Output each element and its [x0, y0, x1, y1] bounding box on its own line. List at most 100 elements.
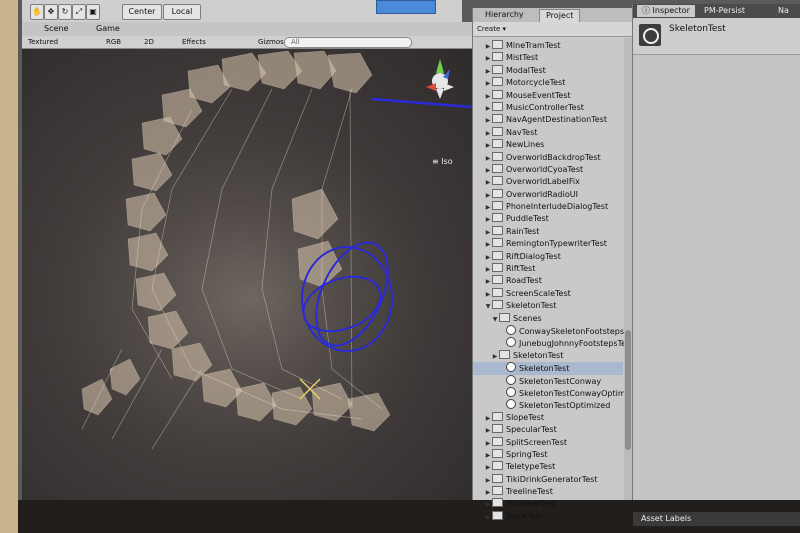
chevron-right-icon[interactable]: ▶ — [484, 512, 492, 524]
tree-item[interactable]: ▶ TreelineTest — [473, 486, 623, 498]
project-scrollbar-thumb[interactable] — [625, 330, 631, 450]
create-dropdown[interactable]: Create ▾ — [477, 24, 506, 34]
tree-item-label: ScreenScaleTest — [506, 288, 571, 298]
inspector-panel: ⓘ Inspector PM-Persist Na SkeletonTest A… — [632, 4, 800, 526]
move-tool-icon[interactable]: ✥ — [44, 4, 58, 20]
tree-item[interactable]: ▶ RiftTest — [473, 263, 623, 275]
tab-hierarchy-label: Hierarchy — [485, 10, 524, 19]
tree-item[interactable]: SkeletonTestConway — [473, 374, 623, 387]
tab-hierarchy[interactable]: Hierarchy — [479, 9, 530, 21]
tree-item[interactable]: ▶ NavAgentDestinationTest — [473, 114, 623, 126]
tree-item[interactable]: ▶ MusicControllerTest — [473, 101, 623, 114]
tree-item[interactable]: ▶ MineTramTest — [473, 40, 623, 52]
folder-icon — [492, 411, 503, 421]
skeleton-scene-render — [32, 50, 472, 489]
tree-item[interactable]: ▶ NavTest — [473, 126, 623, 139]
folder-icon — [492, 436, 503, 446]
tree-item[interactable]: ▶ MotorcycleTest — [473, 77, 623, 89]
tree-item[interactable]: ▶ NewLines — [473, 139, 623, 151]
gizmos-dropdown[interactable]: Gizmos — [258, 36, 284, 48]
tree-item[interactable]: ▶ SpecularTest — [473, 424, 623, 436]
tree-item[interactable]: ▶ MouseEventTest — [473, 89, 623, 102]
unity-scene-icon — [506, 374, 516, 385]
view-2d-toggle[interactable]: 2D — [144, 36, 154, 48]
hand-tool-icon[interactable]: ✋ — [30, 4, 44, 20]
folder-icon — [492, 176, 503, 186]
tab-project[interactable]: Project — [539, 9, 581, 22]
scene-search-input[interactable]: All — [284, 37, 412, 48]
tab-pm-persist[interactable]: PM-Persist — [699, 5, 750, 17]
shading-dropdown[interactable]: Textured — [28, 36, 58, 48]
pivot-center-label: Center — [128, 7, 156, 16]
tree-item-label: TikiDrinkGeneratorTest — [506, 474, 598, 484]
tree-item[interactable]: ▶ TeletypeTest — [473, 461, 623, 473]
tree-item[interactable]: SkeletonTestOptimized — [473, 399, 623, 411]
tree-item-label: RainTest — [506, 226, 540, 236]
tab-navigation[interactable]: Na — [773, 5, 794, 17]
unity-scene-icon — [506, 362, 516, 373]
gizmos-label: Gizmos — [258, 38, 284, 46]
tree-item[interactable]: ▶ ScreenScaleTest — [473, 287, 623, 300]
tree-item-label: NavAgentDestinationTest — [506, 115, 607, 125]
tree-item[interactable]: ▶ RoadTest — [473, 275, 623, 287]
tree-item-label: TreelineTest — [506, 487, 553, 497]
tree-item[interactable]: ▶ OverworldRadioUI — [473, 188, 623, 201]
pivot-local-button[interactable]: Local — [163, 4, 201, 20]
folder-icon — [499, 349, 510, 359]
tree-item[interactable]: ▶ TruckTest — [473, 510, 623, 524]
pivot-center-button[interactable]: Center — [122, 4, 162, 20]
tree-item[interactable]: ▶ RainTest — [473, 225, 623, 238]
tree-item[interactable]: ▶ OverworldLabelFix — [473, 176, 623, 188]
tree-item[interactable]: JunebugJohnnyFootstepsTest — [473, 337, 633, 349]
scene-tabs: Scene Game — [22, 22, 472, 37]
tree-item[interactable]: SkeletonTestConwayOptimize — [473, 386, 637, 399]
folder-icon — [492, 151, 503, 161]
scene-viewport[interactable]: ≡ Iso — [22, 49, 472, 500]
tab-game[interactable]: Game — [92, 23, 124, 35]
tree-item[interactable]: ▼ Scenes — [473, 312, 623, 325]
asset-labels-bar[interactable]: Asset Labels — [633, 512, 800, 526]
tab-game-label: Game — [96, 24, 120, 33]
tree-item-label: RemingtonTypewriterTest — [506, 239, 607, 249]
tree-item-label: SpringTest — [506, 449, 548, 459]
render-mode-dropdown[interactable]: RGB — [106, 36, 121, 48]
tree-item[interactable]: ▶ MistTest — [473, 52, 623, 64]
folder-icon — [492, 213, 503, 223]
tree-item[interactable]: ▶ SlopeTest — [473, 411, 623, 424]
project-scrollbar[interactable] — [624, 38, 632, 500]
folder-icon — [499, 312, 510, 322]
scene-toolbar: Textured RGB 2D Effects Gizmos All — [22, 36, 472, 49]
tree-item[interactable]: ConwaySkeletonFootstepsTes — [473, 324, 637, 337]
tab-inspector[interactable]: ⓘ Inspector — [637, 5, 695, 17]
tree-item[interactable]: ▶ ModalTest — [473, 64, 623, 77]
tree-item-label: PhoneInterludeDialogTest — [506, 202, 609, 212]
unity-scene-icon — [506, 399, 516, 410]
tree-item-label: NewLines — [506, 140, 545, 150]
folder-icon — [492, 101, 503, 111]
tree-item-label: RiftTest — [506, 264, 536, 274]
tree-item[interactable]: ▶ PhoneInterludeDialogTest — [473, 201, 623, 213]
play-controls[interactable] — [376, 0, 436, 14]
tree-item[interactable]: ▶ OverworldBackdropTest — [473, 151, 623, 164]
tree-item[interactable]: ▶ PuddleTest — [473, 213, 623, 225]
scale-tool-icon[interactable]: ⤢ — [72, 4, 86, 20]
tree-item[interactable]: ▼ SkeletonTest — [473, 300, 623, 312]
tree-item[interactable]: ▶ SkeletonTest — [473, 349, 623, 362]
projection-iso-label[interactable]: ≡ Iso — [432, 157, 453, 166]
effects-dropdown[interactable]: Effects — [182, 36, 206, 48]
tree-item[interactable]: ▶ SplitScreenTest — [473, 436, 623, 449]
tab-scene[interactable]: Scene — [40, 23, 72, 35]
rect-tool-icon[interactable]: ▣ — [86, 4, 100, 20]
rotate-tool-icon[interactable]: ↻ — [58, 4, 72, 20]
tree-item[interactable]: SkeletonTest — [473, 362, 623, 375]
tree-item[interactable]: ▶ SpringTest — [473, 448, 623, 461]
tree-item[interactable]: ▶ RemingtonTypewriterTest — [473, 238, 623, 250]
tree-item[interactable]: ▶ RiftDialogTest — [473, 250, 623, 263]
create-label: Create — [477, 25, 501, 33]
tree-item[interactable]: ▶ OverworldCyoaTest — [473, 163, 623, 176]
tree-item-label: MistTest — [506, 53, 539, 63]
project-tree: ▶ MineTramTest ▶ MistTest ▶ ModalTest ▶ Motorcy… — [473, 40, 637, 524]
folder-icon — [492, 126, 503, 136]
tree-item[interactable]: ▶ TriplanarTest — [473, 498, 623, 510]
tree-item[interactable]: ▶ TikiDrinkGeneratorTest — [473, 473, 623, 486]
